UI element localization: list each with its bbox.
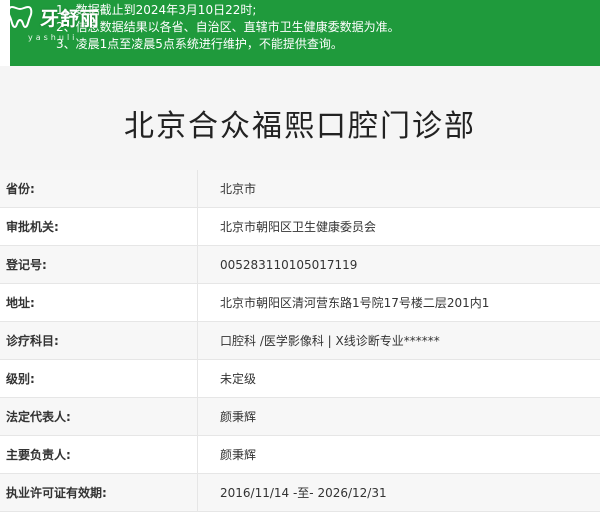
table-row: 执业许可证有效期: 2016/11/14 -至- 2026/12/31 <box>0 474 600 512</box>
site-logo[interactable]: 牙舒丽 <box>6 2 100 32</box>
row-value: 2016/11/14 -至- 2026/12/31 <box>198 474 600 512</box>
table-row: 法定代表人: 颜秉辉 <box>0 398 600 436</box>
brand-name: 牙舒丽 <box>40 4 100 31</box>
table-row: 省份: 北京市 <box>0 170 600 208</box>
row-label: 登记号: <box>0 246 198 284</box>
table-row: 地址: 北京市朝阳区清河营东路1号院17号楼二层201内1 <box>0 284 600 322</box>
row-value: 005283110105017119 <box>198 246 600 284</box>
table-row: 诊疗科目: 口腔科 /医学影像科 | X线诊断专业****** <box>0 322 600 360</box>
row-value: 北京市朝阳区清河营东路1号院17号楼二层201内1 <box>198 284 600 322</box>
row-label: 诊疗科目: <box>0 322 198 360</box>
row-label: 地址: <box>0 284 198 322</box>
row-value: 颜秉辉 <box>198 436 600 474</box>
table-row: 主要负责人: 颜秉辉 <box>0 436 600 474</box>
notice-line-2: 2、信息数据结果以各省、自治区、直辖市卫生健康委数据为准。 <box>56 19 600 36</box>
row-value: 口腔科 /医学影像科 | X线诊断专业****** <box>198 322 600 360</box>
row-label: 审批机关: <box>0 208 198 246</box>
brand-subtitle: yashuli <box>28 33 77 42</box>
table-row: 审批机关: 北京市朝阳区卫生健康委员会 <box>0 208 600 246</box>
notice-line-3: 3、凌晨1点至凌晨5点系统进行维护，不能提供查询。 <box>56 36 600 53</box>
title-section: 北京合众福熙口腔门诊部 <box>0 66 600 170</box>
row-value: 颜秉辉 <box>198 398 600 436</box>
notice-line-1: 1、数据截止到2024年3月10日22时; <box>56 2 600 19</box>
tooth-icon <box>6 3 34 31</box>
row-value: 未定级 <box>198 360 600 398</box>
clinic-details-table: 省份: 北京市 审批机关: 北京市朝阳区卫生健康委员会 登记号: 0052831… <box>0 170 600 512</box>
page-title: 北京合众福熙口腔门诊部 <box>124 101 476 145</box>
row-label: 主要负责人: <box>0 436 198 474</box>
row-label: 法定代表人: <box>0 398 198 436</box>
row-value: 北京市 <box>198 170 600 208</box>
row-value: 北京市朝阳区卫生健康委员会 <box>198 208 600 246</box>
table-row: 级别: 未定级 <box>0 360 600 398</box>
row-label: 省份: <box>0 170 198 208</box>
row-label: 级别: <box>0 360 198 398</box>
table-row: 登记号: 005283110105017119 <box>0 246 600 284</box>
row-label: 执业许可证有效期: <box>0 474 198 512</box>
